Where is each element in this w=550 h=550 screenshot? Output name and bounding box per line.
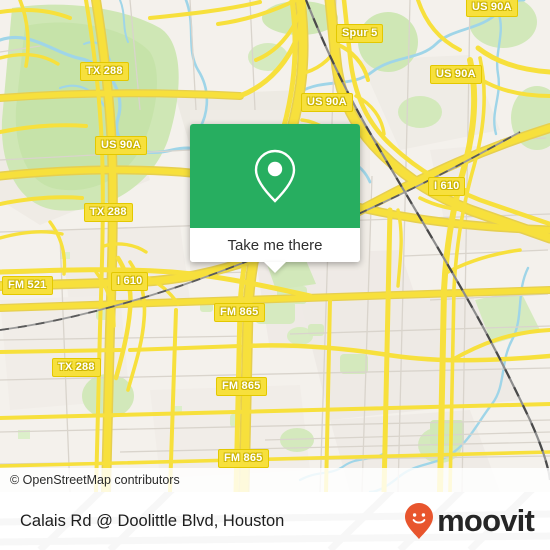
road-shield: US 90A (466, 0, 518, 17)
station-title: Calais Rd @ Doolittle Blvd, Houston (20, 492, 284, 550)
road-shield: US 90A (301, 93, 353, 112)
moovit-smiley-pin-icon (405, 503, 434, 539)
popup-card-header (190, 124, 360, 228)
road-shield: I 610 (428, 177, 466, 196)
map-attribution-bar: © OpenStreetMap contributors (0, 468, 550, 492)
take-me-there-label: Take me there (227, 236, 323, 254)
road-shield: I 610 (111, 272, 149, 291)
osm-attribution-text[interactable]: © OpenStreetMap contributors (0, 473, 180, 487)
station-title-text: Calais Rd @ Doolittle Blvd, Houston (20, 511, 285, 530)
popup-card-action[interactable]: Take me there (190, 228, 360, 262)
popup-card-tail (264, 262, 286, 273)
moovit-station-map-screenshot: US 90A Spur 5 US 90A TX 288 US 90A US 90… (0, 0, 550, 550)
moovit-brand-logo[interactable]: moovit (404, 492, 535, 550)
road-shield: TX 288 (52, 358, 101, 377)
road-shield: TX 288 (80, 62, 129, 81)
road-shield: US 90A (95, 136, 147, 155)
road-shield: FM 865 (218, 449, 269, 468)
road-shield: FM 865 (216, 377, 267, 396)
map-pin-icon (254, 149, 296, 203)
road-shield: TX 288 (84, 203, 133, 222)
road-shield: Spur 5 (336, 24, 384, 43)
moovit-wordmark: moovit (437, 503, 535, 538)
map-canvas[interactable]: US 90A Spur 5 US 90A TX 288 US 90A US 90… (0, 0, 550, 492)
road-shield: US 90A (430, 65, 482, 84)
footer-bar: Calais Rd @ Doolittle Blvd, Houston moov… (0, 492, 550, 550)
road-shield: FM 521 (2, 276, 53, 295)
road-shield: FM 865 (214, 303, 265, 322)
station-popup-card[interactable]: Take me there (190, 124, 360, 273)
